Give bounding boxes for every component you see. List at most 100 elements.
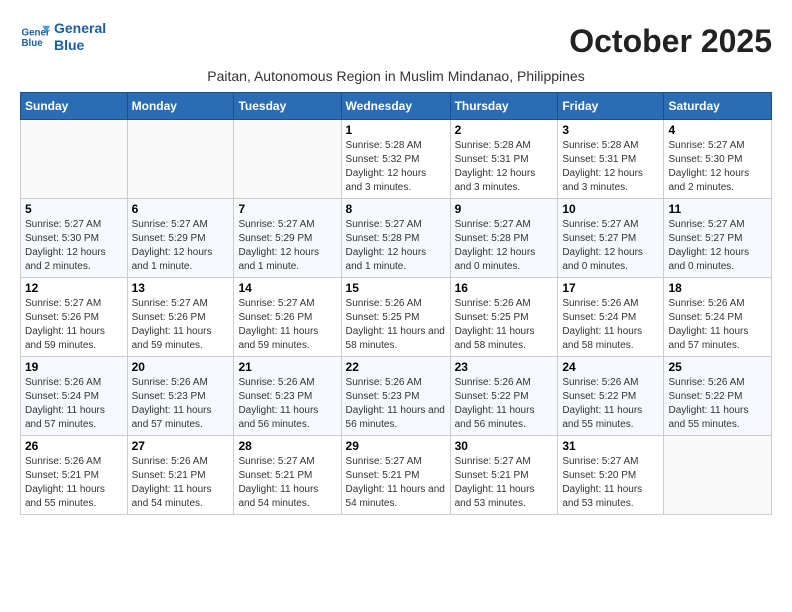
- weekday-header-cell: Tuesday: [234, 92, 341, 119]
- day-number: 8: [346, 202, 446, 216]
- day-number: 10: [562, 202, 659, 216]
- day-number: 1: [346, 123, 446, 137]
- calendar-table: SundayMondayTuesdayWednesdayThursdayFrid…: [20, 92, 772, 515]
- day-info: Sunrise: 5:26 AMSunset: 5:25 PMDaylight:…: [346, 297, 446, 353]
- day-info: Sunrise: 5:26 AMSunset: 5:21 PMDaylight:…: [132, 455, 230, 511]
- weekday-header-cell: Wednesday: [341, 92, 450, 119]
- weekday-header-row: SundayMondayTuesdayWednesdayThursdayFrid…: [21, 92, 772, 119]
- calendar-day-cell: 18Sunrise: 5:26 AMSunset: 5:24 PMDayligh…: [664, 277, 772, 356]
- day-number: 4: [668, 123, 767, 137]
- calendar-day-cell: 8 Sunrise: 5:27 AMSunset: 5:28 PMDaylight…: [341, 198, 450, 277]
- calendar-day-cell: 10 Sunrise: 5:27 AMSunset: 5:27 PMDayligh…: [558, 198, 664, 277]
- day-info: Sunrise: 5:26 AMSunset: 5:24 PMDaylight:…: [25, 376, 123, 432]
- day-number: 3: [562, 123, 659, 137]
- calendar-day-cell: [664, 435, 772, 514]
- day-number: 30: [455, 439, 554, 453]
- day-info: Sunrise: 5:27 AMSunset: 5:29 PMDaylight:…: [132, 218, 230, 274]
- calendar-day-cell: [21, 119, 128, 198]
- calendar-week-row: 5 Sunrise: 5:27 AMSunset: 5:30 PMDaylight…: [21, 198, 772, 277]
- day-info: Sunrise: 5:27 AMSunset: 5:20 PMDaylight:…: [562, 455, 659, 511]
- day-number: 20: [132, 360, 230, 374]
- calendar-day-cell: 29Sunrise: 5:27 AMSunset: 5:21 PMDayligh…: [341, 435, 450, 514]
- day-info: Sunrise: 5:27 AMSunset: 5:28 PMDaylight:…: [346, 218, 446, 274]
- day-number: 13: [132, 281, 230, 295]
- calendar-day-cell: 15 Sunrise: 5:26 AMSunset: 5:25 PMDayligh…: [341, 277, 450, 356]
- day-number: 22: [346, 360, 446, 374]
- day-info: Sunrise: 5:28 AMSunset: 5:31 PMDaylight:…: [562, 139, 659, 195]
- day-info: Sunrise: 5:27 AMSunset: 5:26 PMDaylight:…: [25, 297, 123, 353]
- day-number: 2: [455, 123, 554, 137]
- day-info: Sunrise: 5:27 AMSunset: 5:27 PMDaylight:…: [668, 218, 767, 274]
- general-blue-logo-icon: General Blue: [20, 22, 50, 52]
- calendar-day-cell: 31Sunrise: 5:27 AMSunset: 5:20 PMDayligh…: [558, 435, 664, 514]
- calendar-day-cell: 16Sunrise: 5:26 AMSunset: 5:25 PMDayligh…: [450, 277, 558, 356]
- day-number: 12: [25, 281, 123, 295]
- day-number: 11: [668, 202, 767, 216]
- day-number: 17: [562, 281, 659, 295]
- day-number: 19: [25, 360, 123, 374]
- calendar-day-cell: 22 Sunrise: 5:26 AMSunset: 5:23 PMDayligh…: [341, 356, 450, 435]
- logo-text: General Blue: [54, 20, 106, 54]
- weekday-header-cell: Friday: [558, 92, 664, 119]
- calendar-day-cell: 25Sunrise: 5:26 AMSunset: 5:22 PMDayligh…: [664, 356, 772, 435]
- day-info: Sunrise: 5:26 AMSunset: 5:25 PMDaylight:…: [455, 297, 554, 353]
- day-info: Sunrise: 5:27 AMSunset: 5:30 PMDaylight:…: [25, 218, 123, 274]
- weekday-header-cell: Saturday: [664, 92, 772, 119]
- calendar-day-cell: [127, 119, 234, 198]
- day-info: Sunrise: 5:27 AMSunset: 5:21 PMDaylight:…: [455, 455, 554, 511]
- calendar-day-cell: 20 Sunrise: 5:26 AMSunset: 5:23 PMDayligh…: [127, 356, 234, 435]
- calendar-week-row: 26 Sunrise: 5:26 AMSunset: 5:21 PMDayligh…: [21, 435, 772, 514]
- day-number: 15: [346, 281, 446, 295]
- month-title: October 2025: [106, 23, 772, 60]
- day-number: 21: [238, 360, 336, 374]
- calendar-day-cell: 3 Sunrise: 5:28 AMSunset: 5:31 PMDaylight…: [558, 119, 664, 198]
- day-info: Sunrise: 5:28 AMSunset: 5:32 PMDaylight:…: [346, 139, 446, 195]
- day-number: 9: [455, 202, 554, 216]
- calendar-day-cell: 21 Sunrise: 5:26 AMSunset: 5:23 PMDayligh…: [234, 356, 341, 435]
- day-number: 29: [346, 439, 446, 453]
- day-info: Sunrise: 5:26 AMSunset: 5:24 PMDaylight:…: [668, 297, 767, 353]
- calendar-day-cell: 14Sunrise: 5:27 AMSunset: 5:26 PMDayligh…: [234, 277, 341, 356]
- calendar-day-cell: [234, 119, 341, 198]
- calendar-week-row: 19 Sunrise: 5:26 AMSunset: 5:24 PMDayligh…: [21, 356, 772, 435]
- calendar-day-cell: 30 Sunrise: 5:27 AMSunset: 5:21 PMDayligh…: [450, 435, 558, 514]
- calendar-day-cell: 6 Sunrise: 5:27 AMSunset: 5:29 PMDaylight…: [127, 198, 234, 277]
- calendar-day-cell: 13 Sunrise: 5:27 AMSunset: 5:26 PMDayligh…: [127, 277, 234, 356]
- calendar-subtitle: Paitan, Autonomous Region in Muslim Mind…: [20, 68, 772, 84]
- day-number: 23: [455, 360, 554, 374]
- weekday-header-cell: Sunday: [21, 92, 128, 119]
- day-info: Sunrise: 5:27 AMSunset: 5:26 PMDaylight:…: [238, 297, 336, 353]
- day-info: Sunrise: 5:26 AMSunset: 5:22 PMDaylight:…: [562, 376, 659, 432]
- calendar-day-cell: 9Sunrise: 5:27 AMSunset: 5:28 PMDaylight…: [450, 198, 558, 277]
- day-number: 7: [238, 202, 336, 216]
- day-number: 5: [25, 202, 123, 216]
- day-info: Sunrise: 5:26 AMSunset: 5:23 PMDaylight:…: [132, 376, 230, 432]
- page-header: General Blue General Blue October 2025: [20, 20, 772, 64]
- day-info: Sunrise: 5:27 AMSunset: 5:26 PMDaylight:…: [132, 297, 230, 353]
- calendar-day-cell: 28 Sunrise: 5:27 AMSunset: 5:21 PMDayligh…: [234, 435, 341, 514]
- calendar-day-cell: 12 Sunrise: 5:27 AMSunset: 5:26 PMDayligh…: [21, 277, 128, 356]
- calendar-day-cell: 11 Sunrise: 5:27 AMSunset: 5:27 PMDayligh…: [664, 198, 772, 277]
- day-number: 6: [132, 202, 230, 216]
- day-info: Sunrise: 5:27 AMSunset: 5:29 PMDaylight:…: [238, 218, 336, 274]
- day-info: Sunrise: 5:27 AMSunset: 5:30 PMDaylight:…: [668, 139, 767, 195]
- calendar-body: 1 Sunrise: 5:28 AMSunset: 5:32 PMDaylight…: [21, 119, 772, 514]
- day-number: 24: [562, 360, 659, 374]
- calendar-day-cell: 2Sunrise: 5:28 AMSunset: 5:31 PMDaylight…: [450, 119, 558, 198]
- weekday-header-cell: Monday: [127, 92, 234, 119]
- day-info: Sunrise: 5:26 AMSunset: 5:22 PMDaylight:…: [455, 376, 554, 432]
- logo: General Blue General Blue: [20, 20, 106, 54]
- calendar-day-cell: 23 Sunrise: 5:26 AMSunset: 5:22 PMDayligh…: [450, 356, 558, 435]
- calendar-day-cell: 1 Sunrise: 5:28 AMSunset: 5:32 PMDaylight…: [341, 119, 450, 198]
- day-info: Sunrise: 5:26 AMSunset: 5:21 PMDaylight:…: [25, 455, 123, 511]
- day-info: Sunrise: 5:26 AMSunset: 5:24 PMDaylight:…: [562, 297, 659, 353]
- day-info: Sunrise: 5:26 AMSunset: 5:23 PMDaylight:…: [238, 376, 336, 432]
- day-info: Sunrise: 5:27 AMSunset: 5:27 PMDaylight:…: [562, 218, 659, 274]
- day-number: 28: [238, 439, 336, 453]
- calendar-day-cell: 26 Sunrise: 5:26 AMSunset: 5:21 PMDayligh…: [21, 435, 128, 514]
- day-info: Sunrise: 5:27 AMSunset: 5:21 PMDaylight:…: [238, 455, 336, 511]
- day-number: 26: [25, 439, 123, 453]
- day-number: 25: [668, 360, 767, 374]
- day-info: Sunrise: 5:26 AMSunset: 5:23 PMDaylight:…: [346, 376, 446, 432]
- calendar-day-cell: 27Sunrise: 5:26 AMSunset: 5:21 PMDayligh…: [127, 435, 234, 514]
